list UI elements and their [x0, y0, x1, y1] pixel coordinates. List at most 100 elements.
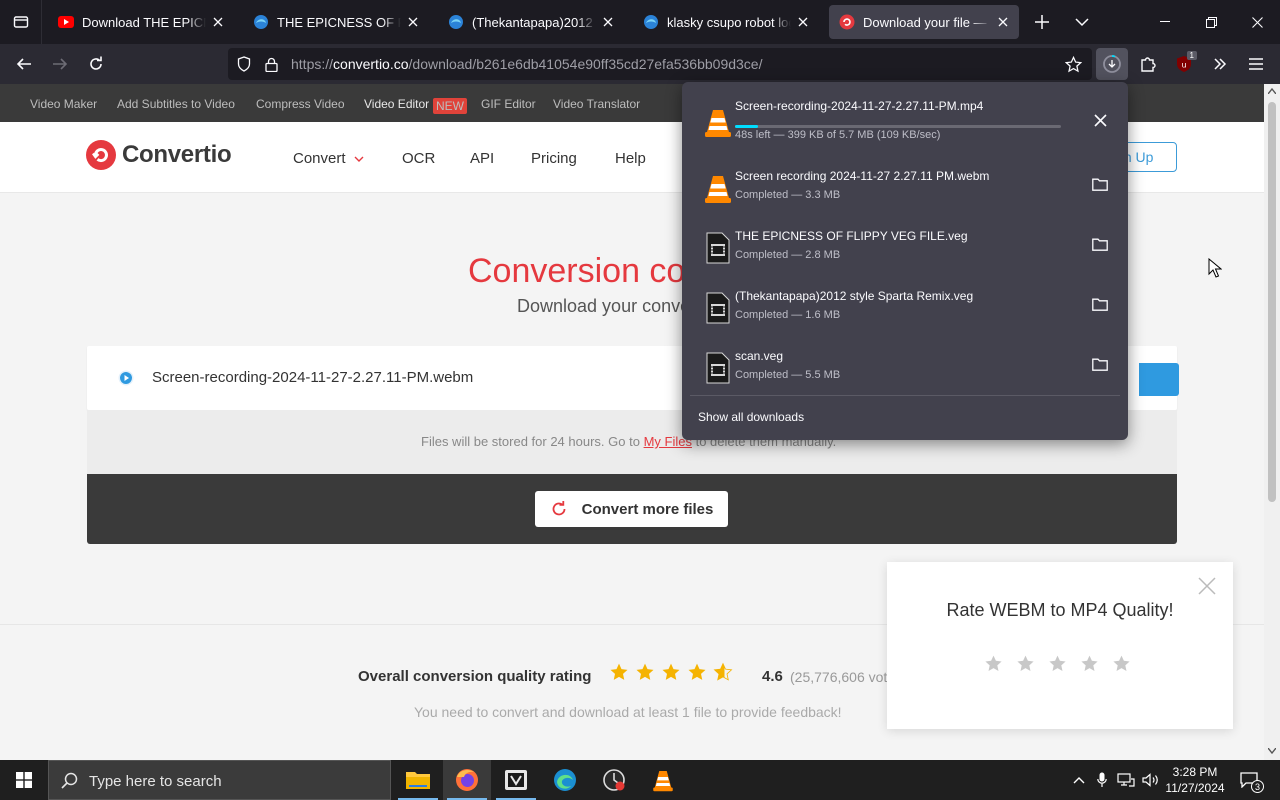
link-video-maker[interactable]: Video Maker — [30, 97, 97, 111]
show-in-folder-button[interactable] — [1090, 354, 1110, 374]
network-icon — [1117, 773, 1135, 787]
menu-convert[interactable]: Convert — [293, 150, 364, 167]
scroll-down-icon[interactable] — [1268, 748, 1276, 754]
clock[interactable]: 3:28 PM 11/27/2024 — [1160, 764, 1230, 796]
download-item[interactable]: Screen-recording-2024-11-27-2.27.11-PM.m… — [690, 90, 1120, 150]
link-add-subtitles[interactable]: Add Subtitles to Video — [117, 97, 235, 111]
convert-more-bar: Convert more files — [87, 474, 1177, 544]
extensions-button[interactable] — [1132, 48, 1164, 80]
close-tab-icon[interactable] — [600, 14, 616, 30]
ublock-button[interactable]: u 1 — [1168, 48, 1200, 80]
download-item[interactable]: scan.veg Completed — 5.5 MB — [690, 336, 1120, 396]
menu-pricing[interactable]: Pricing — [531, 150, 577, 167]
minimize-button[interactable] — [1150, 10, 1180, 34]
storage-note-text: Files will be stored for 24 hours. Go to — [421, 434, 640, 449]
download-status: Completed — 2.8 MB — [735, 249, 841, 261]
windows-logo-icon — [16, 772, 32, 788]
close-tab-icon[interactable] — [995, 14, 1011, 30]
tab-sparta[interactable]: (Thekantapapa)2012 style — [438, 5, 624, 39]
app-menu-button[interactable] — [1240, 48, 1272, 80]
downloads-button[interactable] — [1096, 48, 1128, 80]
menu-ocr[interactable]: OCR — [402, 150, 435, 167]
tab-convertio[interactable]: Download your file — Convertio — [829, 5, 1019, 39]
tab-flippy[interactable]: THE EPICNESS OF FLIPPY — [243, 5, 429, 39]
menu-help[interactable]: Help — [615, 150, 646, 167]
start-button[interactable] — [0, 760, 48, 800]
tab-youtube[interactable]: Download THE EPICNESS OF FLIPPY — [48, 5, 234, 39]
play-video-icon[interactable] — [118, 370, 134, 386]
volume-tray[interactable] — [1140, 760, 1162, 800]
volume-icon — [1142, 773, 1158, 787]
vlc-app[interactable] — [639, 760, 687, 800]
scroll-up-icon[interactable] — [1268, 88, 1276, 94]
edge-icon — [554, 769, 576, 791]
reload-button[interactable] — [80, 48, 112, 80]
download-item[interactable]: Screen recording 2024-11-27 2.27.11 PM.w… — [690, 156, 1120, 216]
vegas-pro-app[interactable] — [492, 760, 540, 800]
convertio-logo[interactable]: Convertio — [86, 140, 232, 170]
download-progress-bar — [735, 125, 1061, 128]
forward-button[interactable] — [44, 48, 76, 80]
convert-more-button[interactable]: Convert more files — [535, 491, 728, 527]
vegas-file-icon — [698, 290, 738, 326]
network-tray[interactable] — [1114, 760, 1138, 800]
cancel-download-button[interactable] — [1090, 110, 1110, 130]
edge-app[interactable] — [541, 760, 589, 800]
more-tools-button[interactable] — [1204, 48, 1236, 80]
scrollbar-thumb[interactable] — [1268, 102, 1276, 502]
star-icon[interactable] — [1080, 654, 1099, 673]
download-status: 48s left — 399 KB of 5.7 MB (109 KB/sec) — [735, 129, 941, 141]
star-icon[interactable] — [1048, 654, 1067, 673]
convert-more-label: Convert more files — [581, 500, 714, 518]
show-in-folder-button[interactable] — [1090, 234, 1110, 254]
lock-icon[interactable] — [263, 56, 279, 72]
menu-api[interactable]: API — [470, 150, 494, 167]
show-in-folder-button[interactable] — [1090, 294, 1110, 314]
chevron-up-icon — [1073, 777, 1085, 784]
link-video-editor[interactable]: Video Editor — [364, 97, 429, 111]
show-hidden-icons[interactable] — [1068, 760, 1090, 800]
tab-klasky[interactable]: klasky csupo robot logo - — [633, 5, 819, 39]
chevron-down-icon — [1075, 18, 1089, 27]
new-tab-button[interactable] — [1030, 10, 1054, 34]
svg-text:u: u — [1181, 61, 1186, 70]
firefox-app[interactable] — [443, 760, 491, 800]
close-icon[interactable] — [1198, 577, 1216, 600]
show-in-folder-button[interactable] — [1090, 174, 1110, 194]
download-file-button[interactable] — [1139, 363, 1179, 396]
action-center-button[interactable]: 3 — [1234, 760, 1264, 800]
close-tab-icon[interactable] — [405, 14, 421, 30]
show-all-downloads-link[interactable]: Show all downloads — [698, 410, 804, 424]
microphone-tray[interactable] — [1092, 760, 1112, 800]
close-window-button[interactable] — [1242, 10, 1272, 34]
taskbar-search-box[interactable]: Type here to search — [48, 760, 391, 800]
chevron-down-icon — [354, 156, 364, 162]
close-tab-icon[interactable] — [795, 14, 811, 30]
firefox-view-button[interactable] — [0, 0, 42, 44]
url-text[interactable]: https://convertio.co/download/b261e6db41… — [291, 56, 762, 72]
shield-icon[interactable] — [236, 56, 252, 72]
download-item[interactable]: THE EPICNESS OF FLIPPY VEG FILE.veg Comp… — [690, 216, 1120, 276]
back-button[interactable] — [8, 48, 40, 80]
rating-value: 4.6 — [762, 668, 783, 685]
screen-recorder-app[interactable] — [590, 760, 638, 800]
restore-icon — [1205, 16, 1217, 28]
star-icon[interactable] — [1112, 654, 1131, 673]
close-tab-icon[interactable] — [210, 14, 226, 30]
vlc-icon — [653, 771, 673, 792]
bookmark-star-icon[interactable] — [1064, 55, 1082, 73]
clock-time: 3:28 PM — [1172, 765, 1218, 779]
restore-button[interactable] — [1196, 10, 1226, 34]
star-icon[interactable] — [984, 654, 1003, 673]
link-video-translator[interactable]: Video Translator — [553, 97, 640, 111]
tab-title: Download your file — Convertio — [863, 14, 991, 30]
list-all-tabs-button[interactable] — [1070, 10, 1094, 34]
download-item[interactable]: (Thekantapapa)2012 style Sparta Remix.ve… — [690, 276, 1120, 336]
download-status: Completed — 5.5 MB — [735, 369, 841, 381]
file-explorer-app[interactable] — [394, 760, 442, 800]
star-icon[interactable] — [1016, 654, 1035, 673]
link-gif-editor[interactable]: GIF Editor — [481, 97, 536, 111]
link-compress-video[interactable]: Compress Video — [256, 97, 345, 111]
url-path: /download/b261e6db41054e90ff35cd27efa536… — [408, 56, 763, 72]
url-bar[interactable]: https://convertio.co/download/b261e6db41… — [228, 48, 1092, 80]
